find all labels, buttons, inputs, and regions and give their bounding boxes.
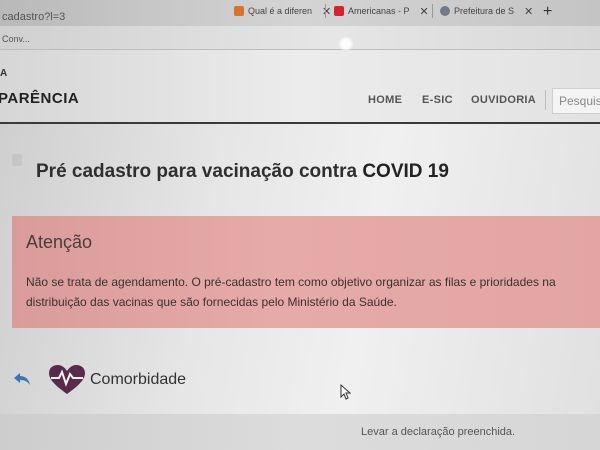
tab-2[interactable]: Americanas - P ✕	[328, 0, 435, 22]
alert-text: Não se trata de agendamento. O pré-cadas…	[26, 275, 556, 309]
main-content: Pré cadastro para vacinação contra COVID…	[0, 124, 600, 450]
comorbidity-section-label[interactable]: Comorbidade	[90, 371, 186, 389]
declaration-note: Levar a declaração preenchida.	[361, 426, 516, 438]
tab-favicon-icon	[440, 6, 450, 16]
tab-separator	[432, 4, 433, 18]
nav-ouvidoria[interactable]: OUVIDORIA	[471, 94, 536, 106]
tab-favicon-icon	[234, 6, 244, 16]
page-title: Pré cadastro para vacinação contra COVID…	[36, 161, 449, 183]
bookmark-item[interactable]: Conv...	[2, 34, 30, 44]
browser-tab-bar: cadastro?l=3 Qual é a diferen ✕ American…	[0, 0, 600, 26]
nav-esic[interactable]: E-SIC	[422, 94, 453, 106]
page-title-bold: COVID 19	[362, 161, 449, 182]
back-arrow-icon[interactable]	[12, 372, 32, 391]
search-placeholder: Pesquis	[559, 94, 600, 108]
tab-title: Qual é a diferen	[248, 6, 313, 16]
close-tab-icon[interactable]: ✕	[524, 5, 533, 18]
tab-separator	[325, 4, 326, 18]
close-tab-icon[interactable]: ✕	[420, 5, 429, 18]
tab-3[interactable]: Prefeitura de S ✕	[434, 0, 539, 22]
tab-title: Americanas - P	[348, 6, 410, 16]
print-icon[interactable]	[12, 154, 22, 166]
tab-title: Prefeitura de S	[454, 6, 515, 16]
search-input[interactable]: Pesquis	[552, 88, 600, 114]
new-tab-icon[interactable]: +	[543, 3, 552, 21]
nav-home[interactable]: HOME	[368, 94, 402, 106]
tab-favicon-icon	[334, 6, 344, 16]
nav-divider	[545, 90, 546, 110]
heart-pulse-icon	[48, 364, 86, 401]
alert-title: Atenção	[26, 232, 93, 252]
site-header: A PARÊNCIA HOME E-SIC OUVIDORIA Pesquis	[0, 50, 600, 122]
mouse-cursor-icon	[340, 383, 352, 405]
page-title-prefix: Pré cadastro para vacinação contra	[36, 161, 358, 182]
site-brand[interactable]: PARÊNCIA	[0, 90, 79, 107]
brand-top-text: A	[0, 68, 8, 79]
address-bar-text[interactable]: cadastro?l=3	[2, 11, 65, 23]
tab-1[interactable]: Qual é a diferen ✕	[228, 0, 337, 22]
attention-alert: Atenção Não se trata de agendamento. O p…	[12, 216, 600, 328]
bookmarks-bar: Conv...	[0, 26, 600, 50]
